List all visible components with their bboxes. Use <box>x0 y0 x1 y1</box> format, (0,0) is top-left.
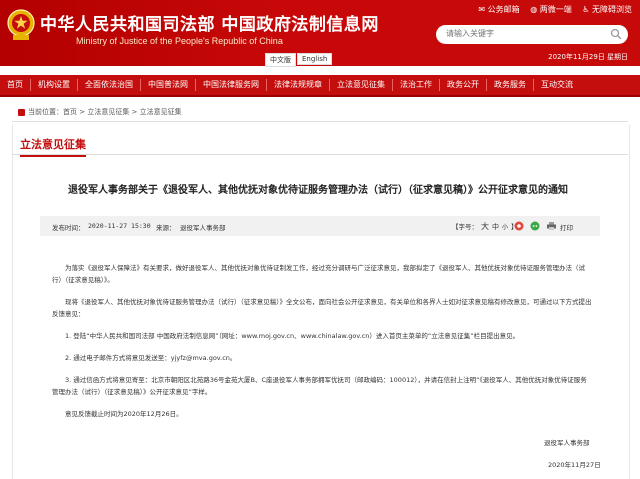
wechat-share-icon[interactable] <box>530 221 540 231</box>
site-header: 中华人民共和国司法部 中国政府法制信息网 Ministry of Justice… <box>0 0 640 67</box>
nav-interaction[interactable]: 互动交流 <box>534 79 580 91</box>
chinese-version-button[interactable]: 中文版 <box>265 53 296 67</box>
share-icon[interactable] <box>514 221 524 231</box>
main-nav: 首页 机构设置 全面依法治国 中国普法网 中国法律服务网 法律法规规章 立法意见… <box>0 75 640 97</box>
breadcrumb: 当前位置：首页 > 立法意见征集 > 立法意见征集 <box>18 107 182 117</box>
breadcrumb-item[interactable]: 立法意见征集 <box>140 108 182 116</box>
paragraph: 3. 通过信函方式将意见寄至：北京市朝阳区北苑路36号金苑大厦B、C座退役军人事… <box>52 376 587 396</box>
nav-laws-regulations[interactable]: 法律法规规章 <box>267 79 330 91</box>
paragraph: 现将《退役军人、其他优抚对象优待证服务管理办法（试行）（征求意见稿）》全文公布，… <box>52 298 592 318</box>
article-body: 为落实《退役军人保障法》有关要求，做好退役军人、其他优抚对象优待证制发工作，经过… <box>52 262 592 430</box>
top-links: ✉ 公务邮箱 ◍ 两微一端 ♿ 无障碍浏览 <box>470 4 632 15</box>
source: 退役军人事务部 <box>180 224 226 232</box>
current-date: 2020年11月29日 星期日 <box>548 53 628 61</box>
nav-legal-education[interactable]: 中国普法网 <box>141 79 196 91</box>
font-large-button[interactable]: 大 <box>481 222 489 231</box>
date-label: 发布时间： <box>52 224 85 232</box>
weibo-wechat-link[interactable]: ◍ 两微一端 <box>530 5 572 14</box>
site-subtitle: Ministry of Justice of the People's Repu… <box>76 36 283 46</box>
site-title[interactable]: 中华人民共和国司法部 中国政府法制信息网 <box>40 10 379 35</box>
search-box <box>436 25 628 44</box>
nav-legal-services[interactable]: 中国法律服务网 <box>196 79 267 91</box>
national-emblem-icon[interactable] <box>6 8 36 42</box>
sign-date: 2020年11月27日 <box>548 461 601 469</box>
font-small-button[interactable]: 小 <box>502 224 508 231</box>
nav-gov-services[interactable]: 政务服务 <box>487 79 534 91</box>
breadcrumb-item[interactable]: 立法意见征集 <box>87 108 129 116</box>
divider <box>12 121 628 122</box>
search-input[interactable] <box>444 28 598 39</box>
font-size-control: 【字号：大中小】 <box>452 221 518 232</box>
nav-rule-of-law[interactable]: 全面依法治国 <box>78 79 141 91</box>
search-icon[interactable] <box>610 28 622 40</box>
nav-legal-work[interactable]: 法治工作 <box>393 79 440 91</box>
breadcrumb-label: 当前位置： <box>28 108 63 116</box>
mail-link[interactable]: ✉ 公务邮箱 <box>478 5 519 14</box>
article-title: 退役军人事务部关于《退役军人、其他优抚对象优待证服务管理办法（试行）（征求意见稿… <box>68 185 568 196</box>
breadcrumb-home[interactable]: 首页 <box>63 108 77 116</box>
nav-home[interactable]: 首页 <box>0 79 31 91</box>
english-version-button[interactable]: English <box>297 53 333 65</box>
paragraph: 1. 登陆“中华人民共和国司法部 中国政府法制信息网”（网址：www.moj.g… <box>65 332 520 340</box>
accessibility-link[interactable]: ♿ 无障碍浏览 <box>582 5 632 14</box>
font-medium-button[interactable]: 中 <box>492 223 499 231</box>
divider <box>12 154 628 155</box>
print-button[interactable]: 打印 <box>560 222 573 232</box>
source-label: 来源： <box>156 224 176 232</box>
nav-legislative-opinions[interactable]: 立法意见征集 <box>330 79 393 91</box>
paragraph: 意见反馈截止时间为2020年12月26日。 <box>65 410 183 418</box>
print-icon[interactable] <box>546 221 557 231</box>
publish-date: 2020-11-27 15:30 <box>88 222 151 230</box>
paragraph: 为落实《退役军人保障法》有关要求，做好退役军人、其他优抚对象优待证制发工作，经过… <box>52 264 585 284</box>
font-size-label: 【字号： <box>452 223 478 231</box>
home-icon <box>18 108 25 116</box>
paragraph: 2. 通过电子邮件方式将意见发送至：yjyfz@mva.gov.cn。 <box>65 354 237 362</box>
nav-gov-affairs[interactable]: 政务公开 <box>440 79 487 91</box>
signer: 退役军人事务部 <box>544 439 590 447</box>
article-meta-bar: 发布时间： 2020-11-27 15:30 来源： 退役军人事务部 【字号：大… <box>40 216 600 236</box>
nav-organization[interactable]: 机构设置 <box>31 79 78 91</box>
